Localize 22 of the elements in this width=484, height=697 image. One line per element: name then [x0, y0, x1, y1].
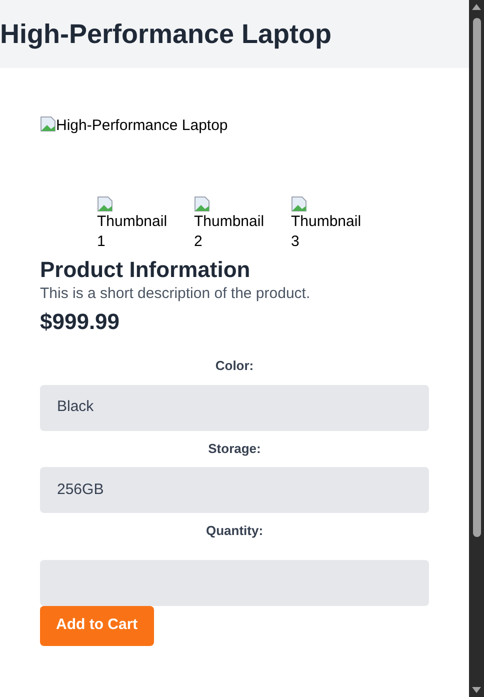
image-alt-text: High-Performance Laptop: [56, 116, 228, 136]
broken-image-icon: [97, 196, 113, 212]
broken-image-icon: [194, 196, 210, 212]
section-heading: Product Information: [40, 256, 252, 284]
quantity-field[interactable]: [40, 560, 429, 606]
select-field[interactable]: Black: [40, 384, 429, 430]
product-price: $999.99: [40, 308, 121, 336]
field-label: Color:: [214, 357, 255, 375]
page-title: High-Performance Laptop: [0, 18, 332, 51]
broken-image-icon: [40, 116, 56, 132]
product-description: This is a short description of the product.: [40, 284, 312, 304]
thumbnail-alt-text[interactable]: Thumbnail 1: [97, 212, 177, 252]
scrollbar-thumb[interactable]: [472, 18, 480, 537]
select-field[interactable]: 256GB: [40, 467, 429, 513]
field-label: Storage:: [207, 440, 262, 458]
scroll-down-icon[interactable]: [472, 687, 481, 693]
scrollbar[interactable]: [469, 0, 484, 697]
field-label: Quantity:: [204, 522, 264, 540]
thumbnail-alt-text[interactable]: Thumbnail 3: [291, 212, 371, 252]
broken-image-icon: [291, 196, 307, 212]
thumbnail-alt-text[interactable]: Thumbnail 2: [194, 212, 274, 252]
scroll-up-icon[interactable]: [472, 4, 481, 10]
